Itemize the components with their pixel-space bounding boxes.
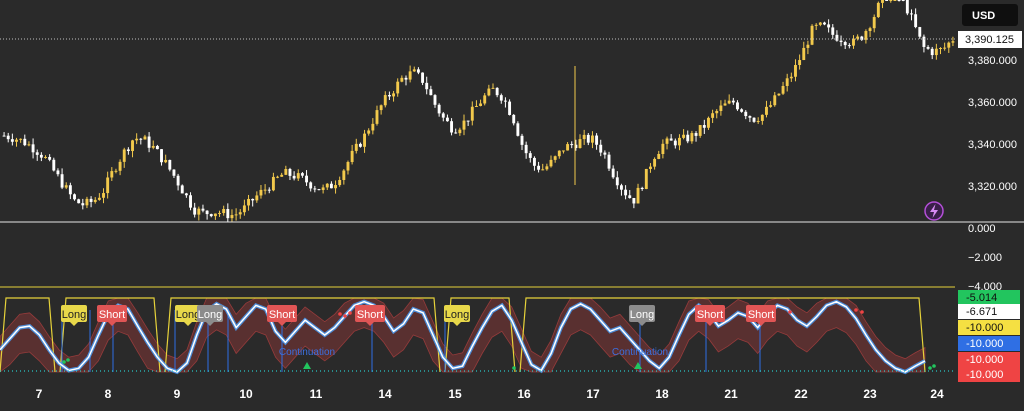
- time-tick-label: 10: [239, 387, 253, 401]
- signal-dot: [788, 310, 792, 314]
- oscillator-value-badge[interactable]: -6.671: [958, 304, 1020, 319]
- middle-tick-label: 0.000: [968, 223, 996, 235]
- signal-dot: [860, 310, 864, 314]
- candle: [180, 184, 184, 194]
- oscillator-value-text: -10.000: [966, 354, 1003, 366]
- signal-dot: [932, 364, 936, 368]
- time-tick-label: 23: [863, 387, 877, 401]
- currency-label: USD: [972, 10, 995, 22]
- candle: [905, 0, 909, 16]
- signal-label-text: Long: [176, 309, 200, 321]
- oscillator-value-text: -10.000: [966, 338, 1003, 350]
- oscillator-value-badge[interactable]: -10.000: [958, 320, 1020, 335]
- candle: [77, 198, 81, 204]
- signal-label-text: Long: [630, 309, 654, 321]
- oscillator-value-badge[interactable]: -5.014: [958, 290, 1020, 305]
- time-tick-label: 18: [655, 387, 669, 401]
- candle: [893, 0, 897, 1]
- time-tick-label: 9: [174, 387, 181, 401]
- candle: [644, 168, 648, 190]
- time-tick-label: 11: [310, 387, 323, 401]
- oscillator-value-text: -6.671: [966, 306, 997, 318]
- chart-root: Long Short Long Long Short Short Long Long Short…: [0, 0, 1024, 406]
- time-tick-label: 14: [378, 387, 392, 401]
- price-tick-label: 3,320.000: [968, 181, 1017, 193]
- oscillator-value-badge[interactable]: -10.000: [958, 367, 1020, 382]
- price-tick-label: 3,340.000: [968, 139, 1017, 151]
- signal-dot: [343, 314, 347, 318]
- oscillator-value-badge[interactable]: -10.000: [958, 352, 1020, 367]
- lightning-icon[interactable]: [924, 201, 944, 221]
- candle: [810, 24, 814, 46]
- price-tick-label: 3,360.000: [968, 97, 1017, 109]
- signal-dot: [512, 366, 516, 370]
- price-tick-label: 3,380.000: [968, 55, 1017, 67]
- time-tick-label: 17: [586, 387, 600, 401]
- continuation-label: Continuation: [612, 347, 668, 358]
- oscillator-value-text: -10.000: [966, 369, 1003, 381]
- signal-label-text: Short: [697, 309, 723, 321]
- candle: [508, 99, 512, 116]
- signal-dot: [928, 366, 932, 370]
- last-price-text: 3,390.125: [965, 34, 1014, 46]
- currency-badge[interactable]: USD: [962, 4, 1018, 26]
- middle-tick-label: −2.000: [968, 252, 1002, 264]
- signal-dot: [348, 311, 352, 315]
- time-tick-label: 22: [794, 387, 808, 401]
- time-tick-label: 24: [930, 387, 944, 401]
- signal-label-text: Short: [357, 309, 383, 321]
- signal-label-text: Short: [99, 309, 125, 321]
- signal-dot: [66, 358, 70, 362]
- time-tick-label: 15: [448, 387, 462, 401]
- signal-label-text: Short: [269, 309, 295, 321]
- time-tick-label: 7: [36, 387, 43, 401]
- candle: [607, 151, 611, 172]
- signal-label-text: Short: [748, 309, 774, 321]
- oscillator-value-text: -10.000: [966, 322, 1003, 334]
- signal-dot: [854, 308, 858, 312]
- signal-dot: [338, 312, 342, 316]
- candle: [885, 0, 889, 1]
- signal-label-text: Long: [445, 309, 469, 321]
- time-tick-label: 16: [517, 387, 531, 401]
- trading-chart[interactable]: Long Short LongLong Short Short Long Long Short…: [0, 0, 1024, 406]
- candle: [516, 121, 520, 137]
- continuation-label: Continuation: [279, 347, 335, 358]
- oscillator-value-text: -5.014: [966, 292, 997, 304]
- time-tick-label: 8: [105, 387, 112, 401]
- oscillator-value-badge[interactable]: -10.000: [958, 336, 1020, 351]
- signal-dot: [62, 360, 66, 364]
- candle: [876, 1, 880, 18]
- last-price-badge[interactable]: 3,390.125: [958, 31, 1022, 48]
- signal-label-text: Long: [62, 309, 86, 321]
- signal-label-text: Long: [198, 309, 222, 321]
- time-tick-label: 21: [724, 387, 738, 401]
